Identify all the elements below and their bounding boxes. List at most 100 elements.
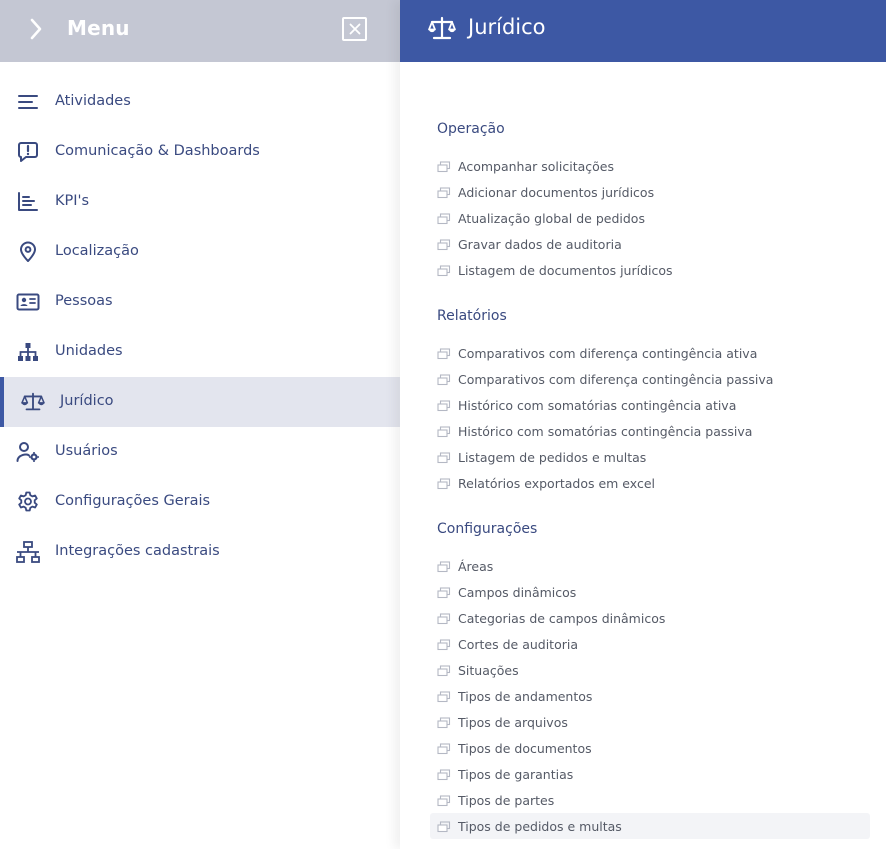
window-icon <box>437 399 451 412</box>
sidebar-item-comunicacao[interactable]: Comunicação & Dashboards <box>0 127 400 177</box>
gear-icon <box>16 491 40 513</box>
window-icon <box>437 638 451 651</box>
sidebar-item-integracoes-cadastrais[interactable]: Integrações cadastrais <box>0 527 400 577</box>
section-configuracoes: Configurações Áreas Campos dinâmicos Cat… <box>430 521 877 839</box>
panel-title: Jurídico <box>468 15 546 39</box>
link-item[interactable]: Adicionar documentos jurídicos <box>430 179 870 205</box>
sidebar-item-atividades[interactable]: Atividades <box>0 77 400 127</box>
window-icon <box>437 742 451 755</box>
window-icon <box>437 425 451 438</box>
link-item[interactable]: Gravar dados de auditoria <box>430 231 870 257</box>
link-label: Comparativos com diferença contingência … <box>458 371 774 387</box>
window-icon <box>437 716 451 729</box>
sidebar-menu: Menu Atividades Comunicação & Dashboards… <box>0 0 400 849</box>
link-item[interactable]: Tipos de documentos <box>430 735 870 761</box>
link-item[interactable]: Tipos de pedidos e multas <box>430 813 870 839</box>
sidebar-item-label: Pessoas <box>55 293 113 309</box>
sidebar-item-configuracoes-gerais[interactable]: Configurações Gerais <box>0 477 400 527</box>
window-icon <box>437 664 451 677</box>
window-icon <box>437 794 451 807</box>
link-label: Categorias de campos dinâmicos <box>458 610 666 626</box>
link-label: Situações <box>458 662 519 678</box>
window-icon <box>437 264 451 277</box>
link-label: Comparativos com diferença contingência … <box>458 345 758 361</box>
chart-icon <box>16 191 40 213</box>
sidebar-item-label: Atividades <box>55 93 131 109</box>
link-item[interactable]: Acompanhar solicitações <box>430 153 870 179</box>
chevron-right-icon[interactable] <box>24 17 48 41</box>
link-label: Tipos de andamentos <box>458 688 593 704</box>
sidebar-item-label: KPI's <box>55 193 90 209</box>
sidebar-item-label: Comunicação & Dashboards <box>55 143 260 159</box>
window-icon <box>437 612 451 625</box>
sidebar-item-label: Unidades <box>55 343 123 359</box>
map-pin-icon <box>16 241 40 263</box>
sidebar-item-label: Jurídico <box>60 393 114 409</box>
link-item[interactable]: Atualização global de pedidos <box>430 205 870 231</box>
window-icon <box>437 586 451 599</box>
link-label: Cortes de auditoria <box>458 636 579 652</box>
sidebar-item-kpis[interactable]: KPI's <box>0 177 400 227</box>
link-item[interactable]: Categorias de campos dinâmicos <box>430 605 870 631</box>
link-item[interactable]: Comparativos com diferença contingência … <box>430 340 870 366</box>
link-label: Tipos de pedidos e multas <box>458 818 622 834</box>
link-item[interactable]: Campos dinâmicos <box>430 579 870 605</box>
link-label: Acompanhar solicitações <box>458 158 614 174</box>
message-alert-icon <box>16 141 40 163</box>
window-icon <box>437 238 451 251</box>
sidebar-item-label: Configurações Gerais <box>55 493 211 509</box>
link-item[interactable]: Tipos de andamentos <box>430 683 870 709</box>
link-list: Acompanhar solicitações Adicionar docume… <box>437 153 877 283</box>
link-label: Histórico com somatórias contingência at… <box>458 397 737 413</box>
window-icon <box>437 451 451 464</box>
sidebar-item-unidades[interactable]: Unidades <box>0 327 400 377</box>
window-icon <box>437 690 451 703</box>
sidebar-item-juridico[interactable]: Jurídico <box>0 377 400 427</box>
link-item[interactable]: Situações <box>430 657 870 683</box>
sidebar-item-label: Localização <box>55 243 139 259</box>
link-label: Tipos de partes <box>458 792 555 808</box>
sidebar-item-pessoas[interactable]: Pessoas <box>0 277 400 327</box>
link-item[interactable]: Listagem de pedidos e multas <box>430 444 870 470</box>
window-icon <box>437 477 451 490</box>
link-label: Tipos de garantias <box>458 766 574 782</box>
link-item[interactable]: Histórico com somatórias contingência at… <box>430 392 870 418</box>
link-item[interactable]: Tipos de garantias <box>430 761 870 787</box>
link-item[interactable]: Relatórios exportados em excel <box>430 470 870 496</box>
link-label: Relatórios exportados em excel <box>458 475 655 491</box>
sidebar-item-usuarios[interactable]: Usuários <box>0 427 400 477</box>
link-label: Listagem de documentos jurídicos <box>458 262 673 278</box>
window-icon <box>437 212 451 225</box>
link-label: Listagem de pedidos e multas <box>458 449 647 465</box>
window-icon <box>437 373 451 386</box>
link-item[interactable]: Cortes de auditoria <box>430 631 870 657</box>
section-operacao: Operação Acompanhar solicitações Adicion… <box>437 121 877 283</box>
link-item[interactable]: Comparativos com diferença contingência … <box>430 366 870 392</box>
network-icon <box>16 541 40 563</box>
close-icon[interactable] <box>342 17 367 41</box>
link-label: Adicionar documentos jurídicos <box>458 184 655 200</box>
window-icon <box>437 768 451 781</box>
link-label: Atualização global de pedidos <box>458 210 645 226</box>
section-title: Relatórios <box>437 308 507 324</box>
sidebar-item-localizacao[interactable]: Localização <box>0 227 400 277</box>
panel-header: Jurídico <box>400 0 886 62</box>
link-label: Tipos de documentos <box>458 740 592 756</box>
link-item[interactable]: Tipos de partes <box>430 787 870 813</box>
sidebar-header: Menu <box>0 0 400 62</box>
link-list: Áreas Campos dinâmicos Categorias de cam… <box>430 553 877 839</box>
scale-icon <box>428 16 456 42</box>
section-title: Operação <box>437 121 505 137</box>
link-item[interactable]: Tipos de arquivos <box>430 709 870 735</box>
window-icon <box>437 560 451 573</box>
link-item[interactable]: Histórico com somatórias contingência pa… <box>430 418 870 444</box>
juridico-panel: Jurídico Operação Acompanhar solicitaçõe… <box>400 0 886 849</box>
link-label: Tipos de arquivos <box>458 714 568 730</box>
link-label: Gravar dados de auditoria <box>458 236 622 252</box>
window-icon <box>437 160 451 173</box>
window-icon <box>437 820 451 833</box>
link-item[interactable]: Listagem de documentos jurídicos <box>430 257 870 283</box>
link-item[interactable]: Áreas <box>430 553 870 579</box>
scale-icon <box>21 391 45 413</box>
window-icon <box>437 186 451 199</box>
